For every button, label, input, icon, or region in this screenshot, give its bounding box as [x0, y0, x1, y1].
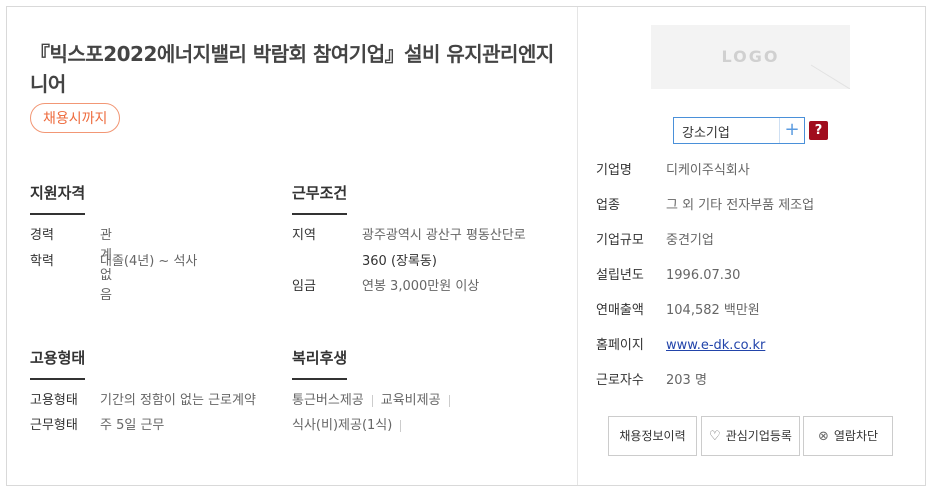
deadline-badge: 채용시까지	[30, 103, 121, 133]
location-row: 지역 광주광역시 광산구 평동산단로	[292, 226, 562, 246]
founded-value: 1996.07.30	[666, 268, 741, 283]
founded-label: 설립년도	[596, 268, 644, 283]
welfare-item: 교육비제공	[380, 393, 441, 408]
employees-value: 203 명	[666, 373, 707, 388]
welfare-list-line1: 통근버스제공 교육비제공	[292, 391, 458, 411]
divider	[400, 419, 402, 432]
company-name-label: 기업명	[596, 163, 632, 178]
company-name-row: 기업명 디케이주식회사	[596, 161, 750, 181]
work-type-value: 주 5일 근무	[100, 418, 165, 433]
homepage-row: 홈페이지 www.e-dk.co.kr	[596, 336, 765, 356]
job-title: 『빅스포2022에너지밸리 박람회 참여기업』설비 유지관리엔지니어	[30, 42, 554, 96]
location-value-line2: 360 (장록동)	[362, 254, 437, 269]
job-history-button[interactable]: 채용정보이력	[608, 416, 697, 456]
help-icon[interactable]: ?	[809, 121, 828, 140]
company-logo: LOGO	[651, 25, 850, 89]
favorite-company-button[interactable]: ♡ 관심기업등록	[701, 416, 800, 456]
revenue-row: 연매출액 104,582 백만원	[596, 301, 760, 321]
welfare-list-line2: 식사(비)제공(1식)	[292, 416, 409, 436]
company-size-label: 기업규모	[596, 233, 644, 248]
conditions-heading: 근무조건	[292, 182, 348, 215]
company-tag[interactable]: 강소기업 +	[673, 117, 805, 144]
homepage-label: 홈페이지	[596, 338, 644, 353]
employment-type-label: 고용형태	[30, 393, 78, 408]
company-size-value: 중견기업	[666, 233, 714, 248]
favorite-company-label: 관심기업등록	[725, 429, 792, 443]
founded-row: 설립년도 1996.07.30	[596, 266, 740, 286]
welfare-item: 통근버스제공	[292, 393, 364, 408]
job-history-label: 채용정보이력	[619, 429, 686, 443]
salary-row: 임금 연봉 3,000만원 이상	[292, 277, 562, 297]
employees-row: 근로자수 203 명	[596, 371, 707, 391]
heart-icon: ♡	[709, 429, 721, 444]
education-value: 대졸(4년) ~ 석사	[100, 254, 198, 269]
industry-row: 업종 그 외 기타 전자부품 제조업	[596, 196, 814, 216]
welfare-item: 식사(비)제공(1식)	[292, 418, 393, 433]
close-circle-icon: ⊗	[817, 429, 829, 444]
work-type-label: 근무형태	[30, 418, 78, 433]
location-value-line1: 광주광역시 광산구 평동산단로	[362, 228, 526, 243]
divider	[371, 394, 373, 407]
employment-heading: 고용형태	[30, 347, 86, 380]
company-tag-label: 강소기업	[682, 126, 730, 141]
company-name-value: 디케이주식회사	[666, 163, 750, 178]
education-label: 학력	[30, 254, 54, 269]
homepage-link[interactable]: www.e-dk.co.kr	[666, 338, 765, 353]
revenue-label: 연매출액	[596, 303, 644, 318]
block-view-label: 열람차단	[833, 429, 879, 443]
employees-label: 근로자수	[596, 373, 644, 388]
company-size-row: 기업규모 중견기업	[596, 231, 714, 251]
salary-value: 연봉 3,000만원 이상	[362, 279, 480, 294]
industry-label: 업종	[596, 198, 620, 213]
industry-value: 그 외 기타 전자부품 제조업	[666, 198, 815, 213]
plus-icon[interactable]: +	[779, 118, 804, 143]
divider	[448, 394, 450, 407]
employment-type-value: 기간의 정함이 없는 근로계약	[100, 393, 256, 408]
location-label: 지역	[292, 228, 316, 243]
career-label: 경력	[30, 228, 54, 243]
block-view-button[interactable]: ⊗ 열람차단	[803, 416, 893, 456]
qualification-education-row: 학력 대졸(4년) ~ 석사	[30, 252, 197, 272]
qualification-heading: 지원자격	[30, 182, 86, 215]
logo-text: LOGO	[721, 47, 780, 66]
work-type-row: 근무형태 주 5일 근무	[30, 416, 280, 436]
revenue-value: 104,582 백만원	[666, 303, 760, 318]
salary-label: 임금	[292, 279, 316, 294]
welfare-heading: 복리후생	[292, 347, 348, 380]
job-summary-panel: 『빅스포2022에너지밸리 박람회 참여기업』설비 유지관리엔지니어 채용시까지…	[7, 7, 578, 485]
company-panel: LOGO 강소기업 + ? 기업명 디케이주식회사 업종 그 외 기타 전자부품 제…	[578, 7, 925, 485]
job-card: 『빅스포2022에너지밸리 박람회 참여기업』설비 유지관리엔지니어 채용시까지…	[6, 6, 926, 486]
employment-type-row: 고용형태 기간의 정함이 없는 근로계약	[30, 391, 280, 411]
qualification-career-row: 경력 관계없음	[30, 226, 112, 303]
